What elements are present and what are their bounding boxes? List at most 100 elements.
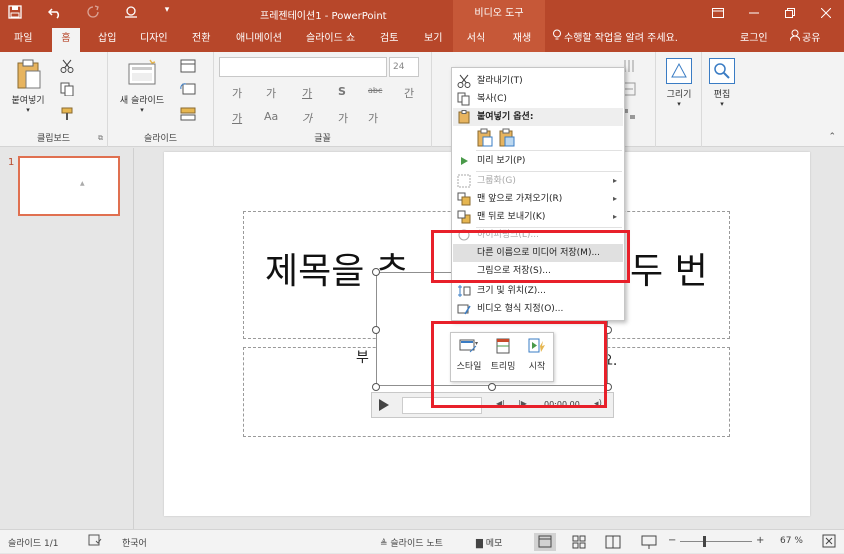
comment-icon: ▇ <box>476 539 486 549</box>
menu-item-preview[interactable]: 미리 보기(P) <box>453 152 623 170</box>
slideshow-view-icon[interactable] <box>638 533 660 551</box>
paste-button[interactable]: 붙여넣기 ▾ <box>6 58 50 114</box>
close-icon[interactable] <box>808 0 844 28</box>
tab-home[interactable]: 홈 <box>52 28 80 52</box>
tell-me-box[interactable]: 수행할 작업을 알려 주세요. <box>550 28 684 52</box>
paste-picture-icon[interactable] <box>498 128 516 148</box>
minimize-icon[interactable] <box>736 0 772 28</box>
slide-sorter-icon[interactable] <box>568 533 590 551</box>
grow-font-button[interactable]: 가 <box>232 85 242 101</box>
shadow-button[interactable]: S <box>338 85 346 98</box>
paste-keep-format-icon[interactable] <box>476 128 494 148</box>
notes-label: 슬라이드 노트 <box>390 539 443 549</box>
fit-slide-icon[interactable] <box>822 534 836 551</box>
editing-group: 편집 ▾ <box>702 52 742 147</box>
slide-thumbnail[interactable]: ▲ <box>18 156 120 216</box>
menu-separator <box>476 150 622 151</box>
format-painter-icon[interactable] <box>60 107 76 121</box>
font-name-input[interactable] <box>219 57 387 77</box>
ribbon-home: 붙여넣기 ▾ 클립보드 ⧉ 새 슬라이드 ▾ 슬라이드 24 가 가 가 S a… <box>0 52 844 147</box>
restore-icon[interactable] <box>772 0 808 28</box>
zoom-out-icon[interactable]: − <box>668 535 676 546</box>
window-controls <box>700 0 844 28</box>
tab-review[interactable]: 검토 <box>374 28 404 52</box>
undo-icon[interactable] <box>46 5 64 21</box>
paste-label: 붙여넣기 <box>11 96 45 106</box>
char-spacing-button[interactable]: 간 <box>404 85 414 101</box>
menu-item-copy[interactable]: 복사(C) <box>453 90 623 108</box>
clear-format-button[interactable]: 가 <box>302 85 312 101</box>
save-icon[interactable] <box>6 5 24 21</box>
dialog-launcher-icon[interactable]: ⧉ <box>98 134 103 143</box>
reset-icon[interactable] <box>180 82 196 96</box>
tab-slideshow[interactable]: 슬라이드 쇼 <box>300 28 361 52</box>
thumbnail-number: 1 <box>8 157 15 168</box>
menu-item-format-video[interactable]: 비디오 형식 지정(O)... <box>453 300 623 318</box>
reading-view-icon[interactable] <box>602 533 624 551</box>
play-icon <box>457 154 471 168</box>
resize-handle[interactable] <box>372 383 380 391</box>
group-icon <box>457 174 471 188</box>
layout-icon[interactable] <box>180 59 196 73</box>
tab-playback[interactable]: 재생 <box>499 28 545 52</box>
normal-view-icon[interactable] <box>534 533 556 551</box>
spelling-icon[interactable] <box>88 534 102 549</box>
chevron-down-icon: ▾ <box>140 106 144 114</box>
new-slide-button[interactable]: 새 슬라이드 ▾ <box>114 58 170 114</box>
qat-more-icon[interactable]: ▾ <box>158 5 176 21</box>
editing-button[interactable]: 편집 ▾ <box>706 58 738 108</box>
change-case-button[interactable]: Aa <box>264 110 278 123</box>
section-icon[interactable] <box>180 107 196 121</box>
tab-insert[interactable]: 삽입 <box>92 28 122 52</box>
italic-button[interactable]: 가 <box>302 110 312 126</box>
menu-item-size-position[interactable]: 크기 및 위치(Z)... <box>453 282 623 300</box>
find-icon <box>709 58 735 84</box>
zoom-slider-thumb[interactable] <box>703 536 706 547</box>
play-icon[interactable] <box>378 398 390 415</box>
font-group: 24 가 가 가 S abc 간 가 Aa 가 가 가 글꼴 <box>214 52 432 147</box>
language-indicator[interactable]: 한국어 <box>122 536 147 549</box>
font-size-input[interactable]: 24 <box>389 57 419 77</box>
tab-view[interactable]: 보기 <box>418 28 448 52</box>
title-text-right: 두 번 <box>630 251 708 292</box>
tab-animations[interactable]: 애니메이션 <box>230 28 288 52</box>
tab-file[interactable]: 파일 <box>8 28 38 52</box>
underline-button[interactable]: 가 <box>232 110 242 126</box>
menu-item-group[interactable]: 그룹화(G) ▸ <box>453 172 623 190</box>
paste-options-header: 붙여넣기 옵션: <box>453 108 623 126</box>
menu-label: 맨 앞으로 가져오기(R) <box>477 194 563 204</box>
zoom-in-icon[interactable]: + <box>756 535 764 546</box>
copy-icon[interactable] <box>60 82 76 97</box>
notes-button[interactable]: ≜ 슬라이드 노트 <box>380 536 443 549</box>
highlight-box-mini-toolbar <box>431 321 607 408</box>
redo-icon[interactable] <box>84 5 102 21</box>
resize-handle[interactable] <box>372 326 380 334</box>
tab-transitions[interactable]: 전환 <box>186 28 216 52</box>
tab-format[interactable]: 서식 <box>453 28 499 52</box>
bold-button[interactable]: 가 <box>338 110 348 126</box>
menu-label: 비디오 형식 지정(O)... <box>477 304 564 314</box>
thumbnail-video-icon: ▲ <box>80 180 85 187</box>
share-button[interactable]: 공유 <box>782 28 826 52</box>
shrink-font-button[interactable]: 가 <box>266 85 276 101</box>
menu-item-cut[interactable]: 잘라내기(T) <box>453 72 623 90</box>
draw-button[interactable]: 그리기 ▾ <box>660 58 698 108</box>
cut-icon[interactable] <box>60 59 76 73</box>
zoom-slider[interactable] <box>680 541 752 542</box>
strikethrough-button[interactable]: abc <box>368 86 382 95</box>
font-color-button[interactable]: 가 <box>368 110 378 126</box>
ribbon-display-icon[interactable] <box>700 0 736 28</box>
resize-handle[interactable] <box>372 268 380 276</box>
highlight-box-save-media <box>431 230 630 283</box>
sign-in-link[interactable]: 로그인 <box>734 28 774 52</box>
menu-item-bring-front[interactable]: 맨 앞으로 가져오기(R) ▸ <box>453 190 623 208</box>
zoom-level[interactable]: 67 % <box>780 536 803 546</box>
clipboard-group-label: 클립보드 <box>36 134 71 144</box>
chevron-down-icon: ▾ <box>720 100 724 108</box>
customize-icon[interactable] <box>122 5 140 21</box>
chevron-down-icon: ▾ <box>677 100 681 108</box>
comments-button[interactable]: ▇ 메모 <box>476 536 502 549</box>
collapse-ribbon-icon[interactable]: ⌃ <box>828 132 836 142</box>
tab-design[interactable]: 디자인 <box>134 28 174 52</box>
menu-item-send-back[interactable]: 맨 뒤로 보내기(K) ▸ <box>453 208 623 226</box>
